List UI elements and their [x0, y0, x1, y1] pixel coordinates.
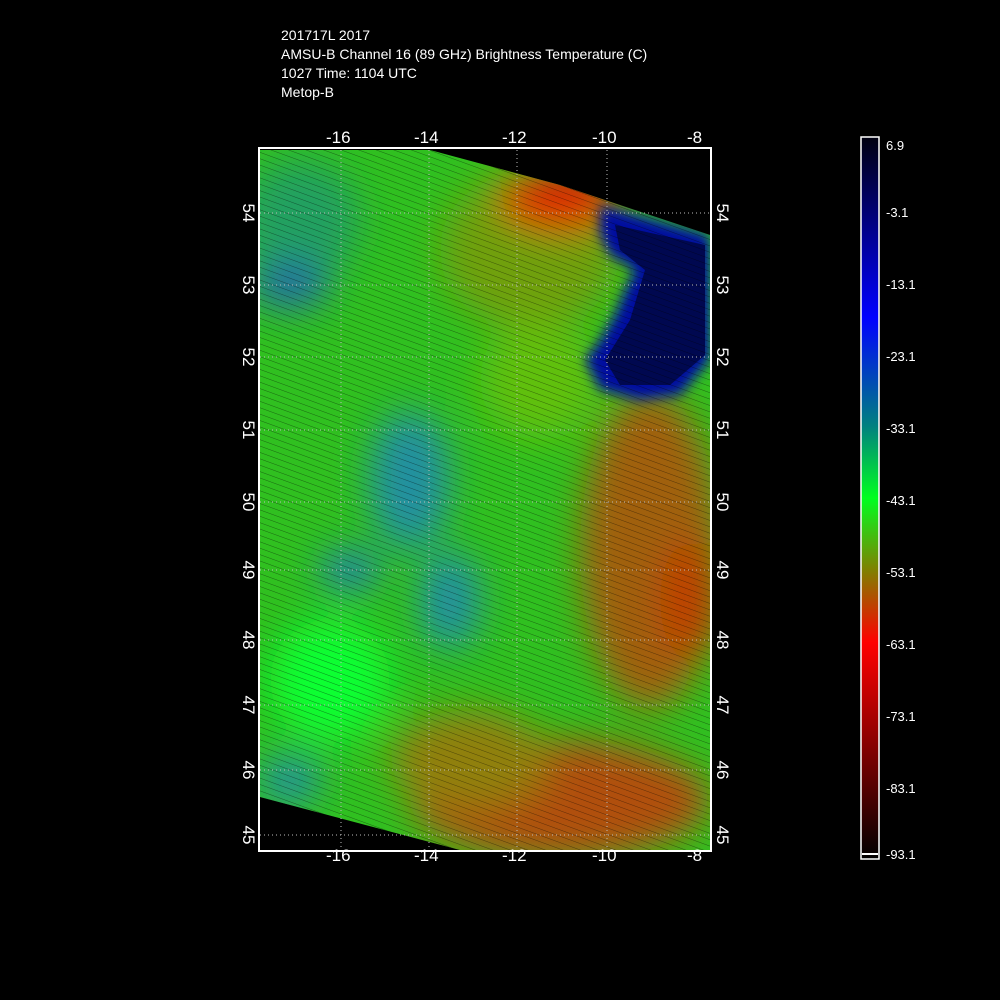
lat-tick: 46: [239, 760, 258, 780]
lon-tick: -10: [592, 846, 617, 865]
colorbar-label: -33.1: [886, 421, 916, 436]
lon-tick: -14: [414, 846, 439, 865]
colorbar-label: -93.1: [886, 847, 916, 862]
lat-tick: 54: [713, 203, 732, 223]
colorbar-label: -43.1: [886, 493, 916, 508]
colorbar-label: -23.1: [886, 349, 916, 364]
lon-tick: -10: [592, 128, 617, 147]
colorbar-label: -73.1: [886, 709, 916, 724]
colorbar-label: -83.1: [886, 781, 916, 796]
lat-tick: 51: [239, 420, 258, 440]
lat-tick: 47: [713, 695, 732, 715]
lat-tick: 51: [713, 420, 732, 440]
lat-tick: 48: [239, 630, 258, 650]
lat-tick: 46: [713, 760, 732, 780]
lon-tick: -16: [326, 846, 351, 865]
colorbar-label: -63.1: [886, 637, 916, 652]
lat-tick: 53: [239, 275, 258, 295]
lat-tick: 50: [239, 492, 258, 512]
lon-tick: -8: [687, 846, 703, 865]
lon-tick: -8: [687, 128, 703, 147]
colorbar-label: 6.9: [886, 138, 905, 153]
lat-tick: 54: [239, 203, 258, 223]
colorbar-label: -3.1: [886, 205, 909, 220]
colorbar: [860, 136, 880, 860]
lat-tick: 49: [713, 560, 732, 580]
lon-tick: -14: [414, 128, 439, 147]
lat-tick: 48: [713, 630, 732, 650]
lat-tick: 52: [239, 347, 258, 367]
lat-tick: 50: [713, 492, 732, 512]
lat-tick: 45: [713, 825, 732, 845]
lon-tick: -12: [502, 846, 527, 865]
lat-tick: 49: [239, 560, 258, 580]
map-plot: [258, 136, 880, 860]
lat-tick: 52: [713, 347, 732, 367]
lat-tick: 53: [713, 275, 732, 295]
lon-tick: -16: [326, 128, 351, 147]
lat-tick: 45: [239, 825, 258, 845]
colorbar-label: -53.1: [886, 565, 916, 580]
colorbar-label: -13.1: [886, 277, 916, 292]
brightness-temperature-swath: [260, 150, 710, 850]
lon-tick: -12: [502, 128, 527, 147]
lat-tick: 47: [239, 695, 258, 715]
